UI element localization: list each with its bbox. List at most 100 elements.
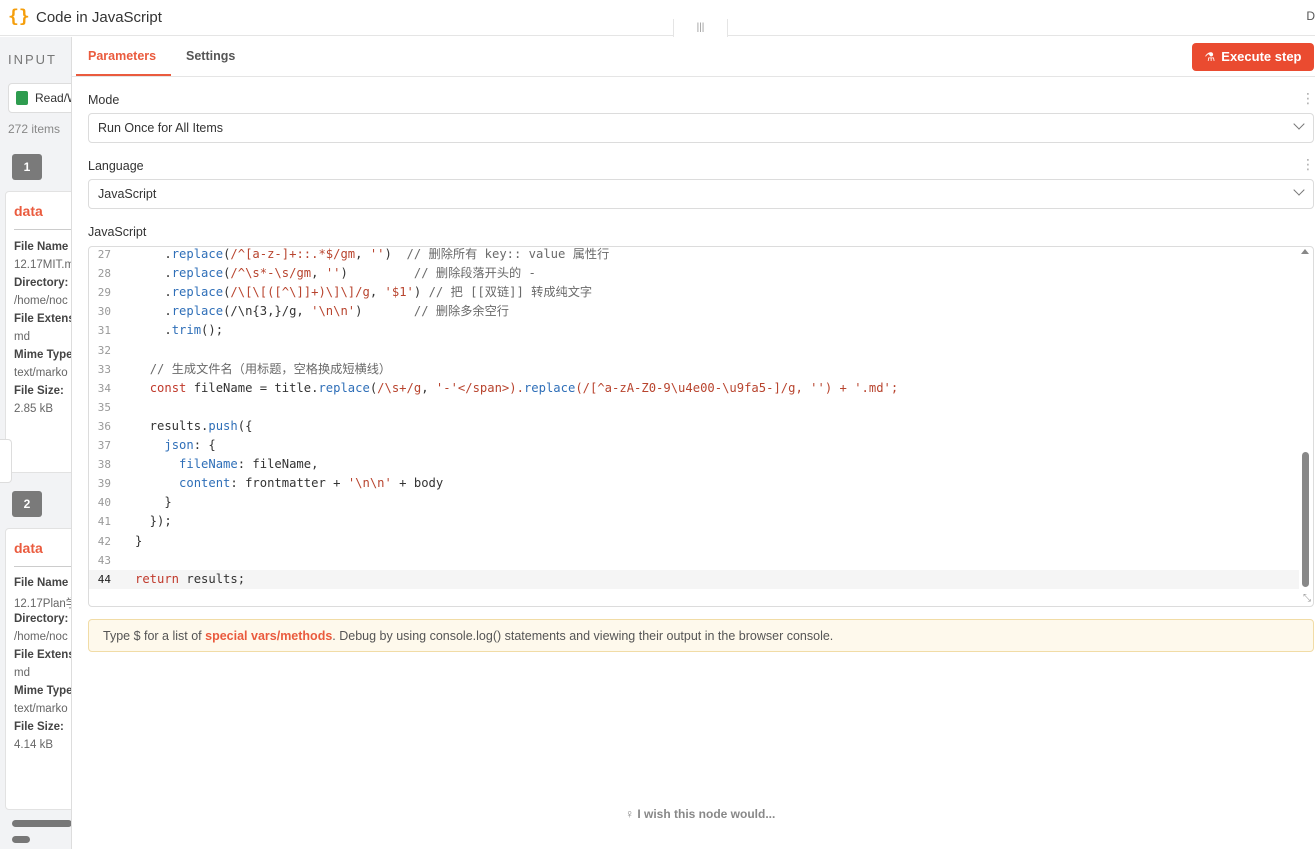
field-value: md [14,331,30,343]
line-number: 32 [97,343,111,357]
line-number: 42 [97,534,111,548]
code-line[interactable]: 42} [89,532,1299,551]
code-line[interactable]: 40 } [89,493,1299,512]
code-line[interactable]: 41 }); [89,512,1299,531]
code-text: content: frontmatter + '\n\n' + body [179,476,444,491]
code-line[interactable]: 29 .replace(/\[\[([^\]]+)\]\]/g, '$1') /… [89,283,1299,302]
panel-collapse-tab[interactable] [0,439,12,483]
node-title[interactable]: Code in JavaScript [36,9,162,26]
field-value: 2.85 kB [14,403,53,415]
horizontal-scrollbar[interactable] [0,834,71,844]
code-text: // 生成文件名（用标题，空格换成短横线） [149,361,392,376]
tab-parameters[interactable]: Parameters [88,49,156,63]
mode-options-icon[interactable]: ⋮ [1301,91,1315,105]
line-number: 36 [97,419,111,433]
code-line[interactable]: 39 content: frontmatter + '\n\n' + body [89,474,1299,493]
code-line[interactable]: 34 const fileName = title.replace(/\s+/g… [89,379,1299,398]
line-number: 28 [97,267,111,281]
field-key: File Extens [14,313,72,325]
field-value: /home/noc [14,295,68,307]
row-index-badge: 1 [12,154,42,180]
line-number: 44 [97,572,111,586]
field-value: md [14,667,30,679]
language-value: JavaScript [98,187,157,201]
code-text: } [135,495,172,510]
code-line[interactable]: 43 [89,551,1299,570]
code-text: json: { [164,438,216,452]
input-node-selector[interactable]: Read/W [8,83,71,113]
item-data-title: data [14,540,43,556]
parameters-panel: Parameters Settings ⚗ Execute step Mode ⋮… [72,37,1315,849]
code-line[interactable]: 31 .trim(); [89,321,1299,340]
resize-handle-icon[interactable]: ⤡ [1303,593,1311,604]
input-node-selector-label: Read/W [35,91,71,105]
close-icon[interactable]: D [1306,9,1315,23]
code-line[interactable]: 28 .replace(/^\s*-\s/gm, '') // 删除段落开头的 … [89,264,1299,283]
line-number: 27 [97,248,111,261]
mode-select[interactable]: Run Once for All Items [88,113,1314,143]
line-number: 35 [97,400,111,414]
language-select[interactable]: JavaScript [88,179,1314,209]
code-line[interactable]: 35 [89,398,1299,417]
line-number: 33 [97,362,111,376]
line-number: 40 [97,496,111,510]
field-key: File Extens [14,649,72,661]
panel-drag-handle[interactable]: ||| [673,19,728,39]
tab-settings[interactable]: Settings [186,49,235,63]
line-number: 29 [97,286,111,300]
line-number: 30 [97,305,111,319]
line-number: 31 [97,324,111,338]
field-value: text/marko [14,703,68,715]
code-line[interactable]: 38 fileName: fileName, [89,455,1299,474]
field-value: /home/noc [14,631,68,643]
code-text: } [135,533,143,548]
code-line[interactable]: 44 return results; [89,569,1299,589]
field-key: Mime Type [14,685,72,697]
divider [14,229,71,230]
code-node-icon: {} [8,6,30,27]
code-editor[interactable]: 27 .replace(/^[a-z-]+::.*$/gm, '') // 删除… [88,246,1314,607]
field-value: 4.14 kB [14,739,53,751]
code-line[interactable]: 30 .replace(/\n{3,}/g, '\n\n') // 删除多余空行 [89,302,1299,321]
field-value: 12.17Plan学 [14,598,72,610]
code-line[interactable]: 36 results.push({ [89,417,1299,436]
feedback-link[interactable]: ♀ I wish this node would... [625,807,775,821]
code-line[interactable]: 27 .replace(/^[a-z-]+::.*$/gm, '') // 删除… [89,247,1299,264]
field-key: Mime Type [14,349,72,361]
javascript-label: JavaScript [88,225,147,239]
horizontal-scrollbar[interactable] [0,818,71,828]
mode-value: Run Once for All Items [98,121,224,135]
lightbulb-icon: ♀ [625,807,634,821]
editor-vertical-scrollbar[interactable] [1302,452,1309,587]
feedback-label: I wish this node would... [637,807,776,821]
input-header: INPUT [8,52,57,67]
title-bar: {} Code in JavaScript ||| D [0,0,1315,39]
mode-label: Mode [88,93,120,107]
code-line[interactable]: 37 json: { [89,436,1299,455]
scroll-up-arrow[interactable] [1301,249,1309,254]
code-text: .replace(/\[\[([^\]]+)\]\]/g, '$1') // 把… [135,285,593,300]
line-number: 38 [97,458,111,472]
code-line[interactable]: 32 [89,341,1299,360]
chevron-down-icon [1293,118,1305,130]
hint-prefix: Type $ for a list of [103,629,206,643]
divider [14,566,71,567]
hint-suffix: . Debug by using console.log() statement… [332,629,834,643]
code-text: return results; [135,571,246,586]
input-panel: INPUT Read/W 272 items 1 data File Name … [0,37,72,849]
language-label: Language [88,159,144,173]
file-icon [16,91,28,105]
line-number: 34 [97,381,111,395]
language-options-icon[interactable]: ⋮ [1301,157,1315,171]
code-text: }); [135,514,172,529]
line-number: 37 [97,439,111,452]
field-key: File Name [14,577,69,589]
field-key: Directory: [14,613,69,625]
execute-step-button[interactable]: ⚗ Execute step [1192,43,1314,71]
line-number: 41 [97,515,111,529]
code-line[interactable]: 33 // 生成文件名（用标题，空格换成短横线） [89,360,1299,379]
code-text: .replace(/^\s*-\s/gm, '') // 删除段落开头的 - [135,266,536,281]
special-vars-link[interactable]: special vars/methods [205,629,332,643]
tab-bar: Parameters Settings ⚗ Execute step [72,37,1315,77]
flask-icon: ⚗ [1204,50,1216,64]
